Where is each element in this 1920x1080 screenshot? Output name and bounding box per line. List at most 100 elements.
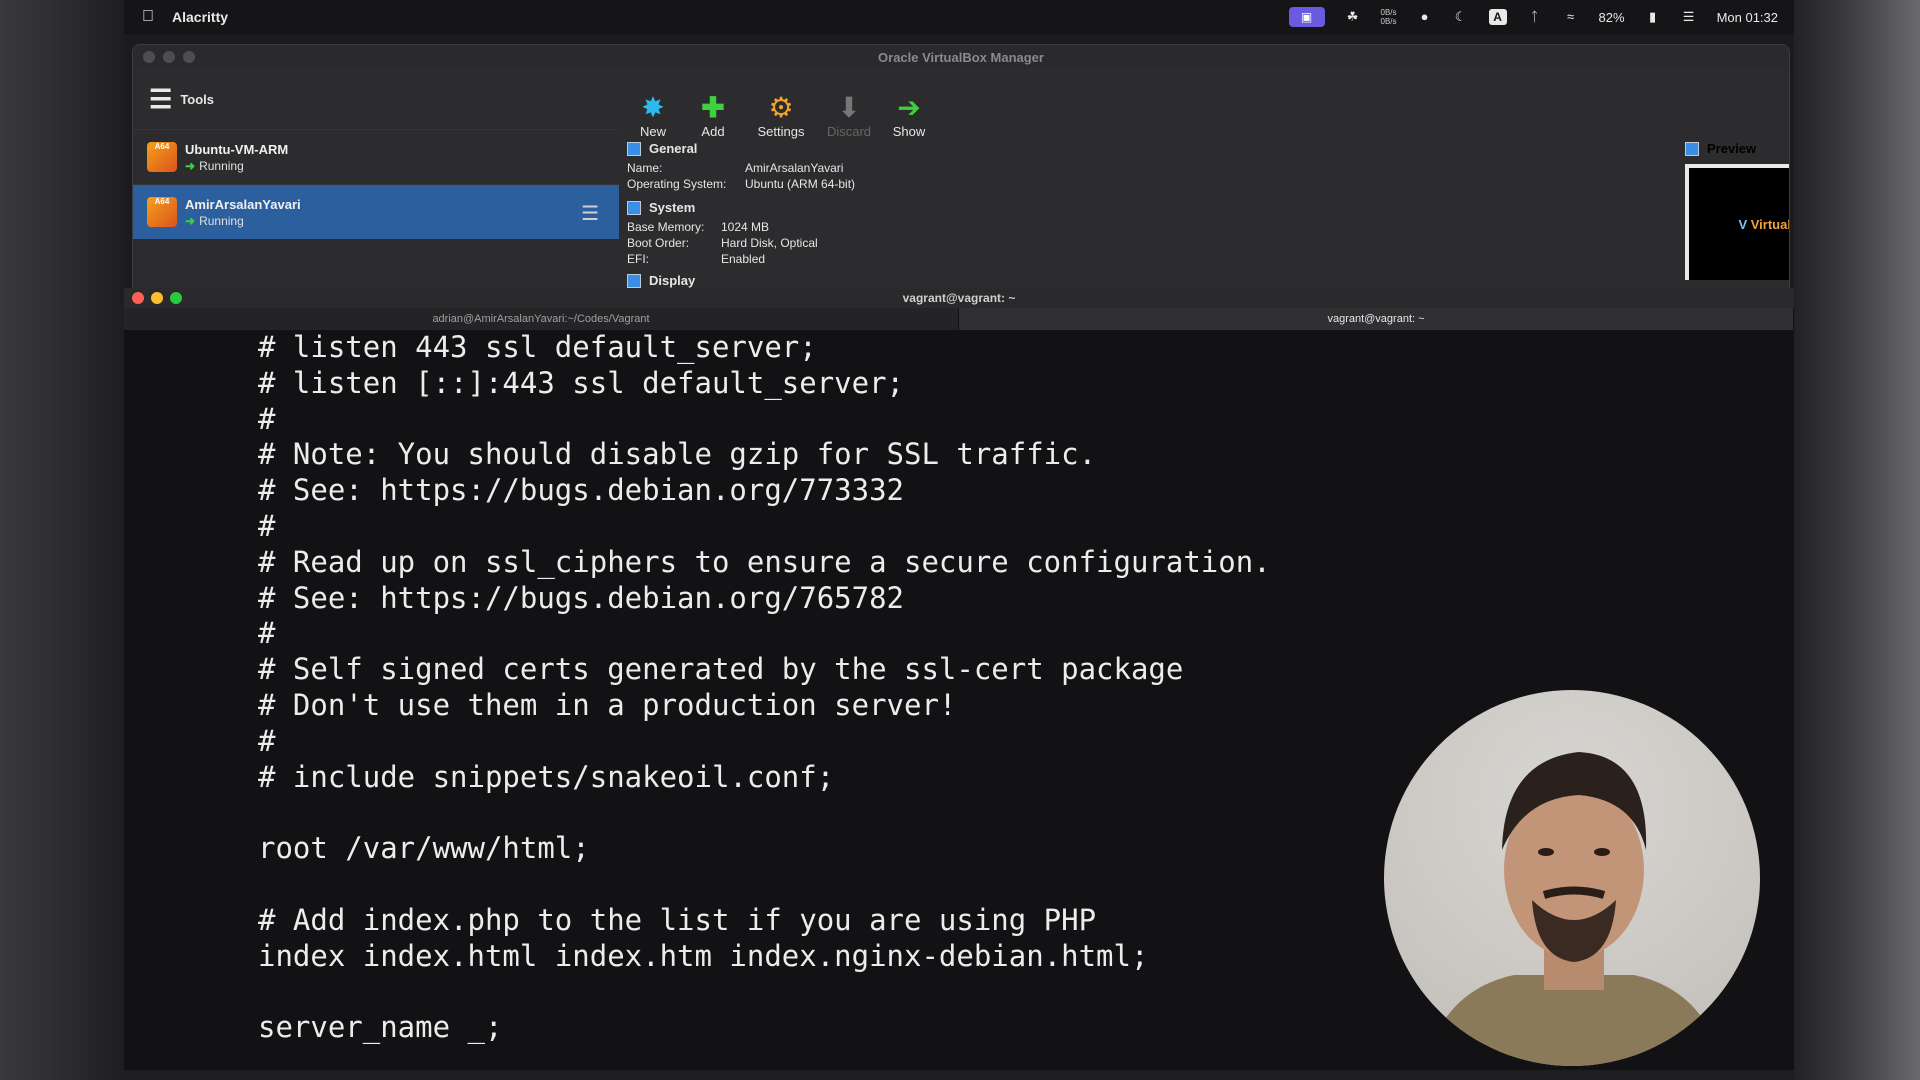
code-line: # — [258, 616, 276, 651]
system-section-header[interactable]: System — [627, 200, 1367, 215]
code-line: # listen 443 ssl default_server; — [258, 330, 817, 364]
vm-preview-screen[interactable]: V VirtualBox — [1685, 164, 1790, 280]
code-line: # See: https://bugs.debian.org/773332 — [258, 473, 905, 508]
code-line: server_name _; — [258, 1010, 503, 1045]
presenter-illustration — [1424, 752, 1724, 1066]
ubuntu-os-icon: A64 — [147, 197, 177, 227]
vbox-toolbar: ✸ New ✚ Add ⚙ Settings ⬇ Discard ➔ Show — [623, 69, 939, 139]
code-line: # listen [::]:443 ssl default_server; — [258, 365, 905, 400]
virtualbox-window: Oracle VirtualBox Manager ☰ Tools A64 Ub… — [132, 44, 1790, 296]
active-app-name[interactable]: Alacritty — [172, 9, 228, 25]
detail-value: Hard Disk, Optical — [721, 236, 818, 250]
battery-icon[interactable]: ▮ — [1645, 10, 1661, 24]
discard-button[interactable]: ⬇ Discard — [819, 69, 879, 139]
code-line: # Note: You should disable gzip for SSL … — [258, 437, 1097, 472]
new-label: New — [639, 124, 666, 139]
vm-sidebar: ☰ Tools A64 Ubuntu-VM-ARM ➜ Running A64 A… — [133, 69, 619, 295]
show-button[interactable]: ➔ Show — [879, 69, 939, 139]
vbox-titlebar: Oracle VirtualBox Manager — [133, 45, 1789, 69]
tab-host-shell[interactable]: adrian@AmirArsalanYavari:~/Codes/Vagrant — [124, 308, 959, 330]
show-arrow-right-icon: ➔ — [897, 92, 921, 123]
preview-section-icon — [1685, 141, 1699, 156]
add-plus-icon: ✚ — [701, 92, 725, 123]
display-heading: Display — [649, 273, 696, 288]
display-section-icon — [627, 273, 641, 288]
virtualbox-logo: V VirtualBox — [1738, 216, 1790, 232]
add-label: Add — [701, 124, 725, 139]
settings-button[interactable]: ⚙ Settings — [743, 69, 819, 139]
preview-section-header[interactable]: Preview — [1685, 141, 1789, 156]
vbox-window-title: Oracle VirtualBox Manager — [878, 49, 1044, 65]
apple-icon[interactable]:  — [142, 8, 154, 26]
menubar-clock[interactable]: Mon 01:32 — [1717, 10, 1778, 25]
add-button[interactable]: ✚ Add — [683, 69, 743, 139]
network-speed-icon[interactable]: 0B/s 0B/s — [1381, 8, 1397, 26]
moon-icon[interactable]: ☾ — [1453, 10, 1469, 24]
terminal-title: vagrant@vagrant: ~ — [902, 291, 1016, 305]
code-line: # Add index.php to the list if you are u… — [258, 902, 1097, 937]
detail-label: Name: — [627, 161, 663, 175]
system-heading: System — [649, 200, 696, 215]
net-up: 0B/s — [1380, 8, 1397, 17]
webcam-overlay — [1384, 690, 1760, 1066]
detail-label: EFI: — [627, 252, 650, 266]
control-center-icon[interactable]: ☰ — [1681, 10, 1697, 24]
discard-label: Discard — [826, 124, 872, 139]
detail-value: 1024 MB — [721, 220, 770, 234]
nginx-config-text: # listen 443 ssl default_server; # listen… — [258, 330, 1271, 1046]
status-area: ▣ ☘ 0B/s 0B/s ● ☾ A ᛏ ≈ 82% ▮ ☰ Mon 01:3… — [1288, 7, 1778, 27]
vm-name: AmirArsalanYavari — [185, 196, 301, 212]
tools-icon: ☰ — [149, 83, 172, 114]
running-arrow-icon: ➜ — [185, 213, 196, 228]
vm-item-amirarsalanyavari[interactable]: A64 AmirArsalanYavari ➜ Running ☰ — [133, 184, 619, 239]
code-line: # — [258, 508, 276, 543]
terminal-titlebar: vagrant@vagrant: ~ — [124, 288, 1794, 308]
new-starburst-icon: ✸ — [641, 92, 665, 123]
display-section-header[interactable]: Display — [627, 273, 1367, 288]
show-label: Show — [892, 124, 926, 139]
general-heading: General — [649, 141, 698, 156]
terminal-tab-bar: adrian@AmirArsalanYavari:~/Codes/Vagrant… — [124, 308, 1794, 330]
battery-percent[interactable]: 82% — [1599, 10, 1625, 25]
code-line: # Self signed certs generated by the ssl… — [258, 652, 1184, 687]
record-dot-icon[interactable]: ● — [1417, 10, 1433, 24]
general-section-header[interactable]: General — [627, 141, 1367, 156]
vm-name: Ubuntu-VM-ARM — [185, 141, 289, 157]
vm-details-menu-icon[interactable]: ☰ — [581, 201, 599, 226]
discard-arrow-down-icon: ⬇ — [837, 92, 861, 123]
detail-label: Base Memory: — [627, 220, 705, 234]
input-source-icon[interactable]: A — [1488, 9, 1507, 25]
system-section-icon — [627, 200, 641, 215]
vm-item-ubuntu-vm-arm[interactable]: A64 Ubuntu-VM-ARM ➜ Running — [133, 129, 619, 184]
general-section-icon — [627, 141, 641, 156]
tab-vagrant-shell[interactable]: vagrant@vagrant: ~ — [959, 308, 1794, 330]
detail-label: Boot Order: — [627, 236, 690, 250]
desktop-background-left — [0, 0, 124, 1080]
running-arrow-icon: ➜ — [185, 158, 196, 173]
desktop-background-right — [1794, 0, 1920, 1080]
menu-bar:  Alacritty ▣ ☘ 0B/s 0B/s ● ☾ A ᛏ ≈ 82% … — [124, 0, 1794, 34]
preview-pane: Preview V VirtualBox — [1685, 141, 1790, 295]
vm-details-pane: General Name: AmirArsalanYavari Operating… — [627, 141, 1367, 295]
cat-icon[interactable]: ☘ — [1345, 10, 1361, 24]
new-button[interactable]: ✸ New — [623, 69, 683, 139]
code-line: # — [258, 723, 276, 758]
code-line: # include snippets/snakeoil.conf; — [258, 759, 835, 794]
ubuntu-os-icon: A64 — [147, 142, 177, 172]
bluetooth-icon[interactable]: ᛏ — [1527, 10, 1543, 24]
detail-label: Operating System: — [627, 177, 727, 191]
code-line: # Read up on ssl_ciphers to ensure a sec… — [258, 544, 1271, 579]
code-line: # — [258, 401, 276, 436]
net-down: 0B/s — [1380, 17, 1397, 26]
tools-label: Tools — [180, 91, 215, 107]
vm-state: Running — [199, 213, 244, 228]
screen-share-icon[interactable]: ▣ — [1288, 7, 1325, 27]
wifi-icon[interactable]: ≈ — [1563, 10, 1579, 24]
code-line: # Don't use them in a production server! — [258, 687, 957, 722]
code-line: root /var/www/html; — [258, 831, 590, 866]
detail-value: AmirArsalanYavari — [745, 161, 844, 175]
tools-item[interactable]: ☰ Tools — [133, 69, 619, 129]
